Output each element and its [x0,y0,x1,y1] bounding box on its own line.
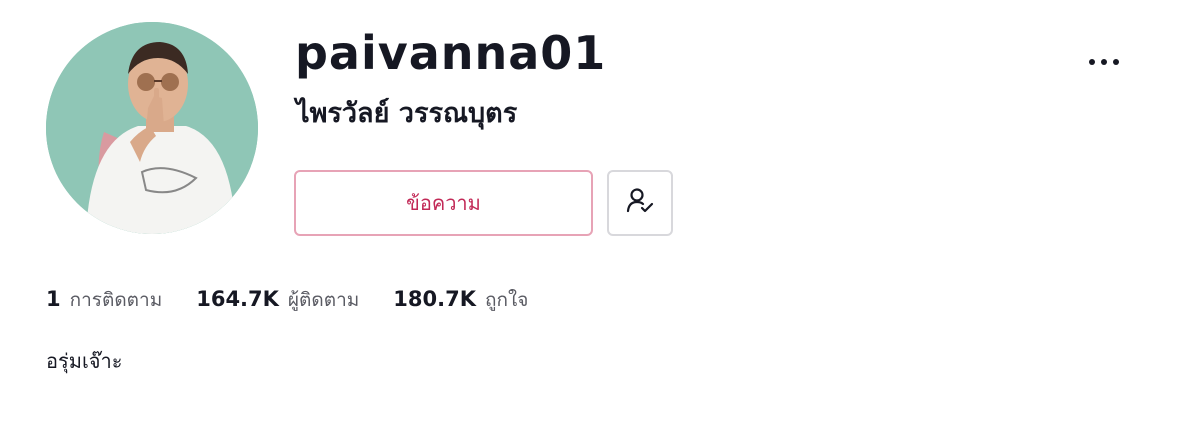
avatar[interactable] [46,22,258,234]
following-label: การติดตาม [69,289,163,311]
stat-followers[interactable]: 164.7K ผู้ติดตาม [196,285,359,315]
user-check-icon [625,186,655,220]
likes-label: ถูกใจ [484,289,529,311]
following-count: 1 [46,287,61,311]
message-button-label: ข้อความ [406,191,481,215]
display-name: ไพรวัลย์ วรรณบุตร [296,98,518,129]
followers-label: ผู้ติดตาม [287,289,360,311]
profile-bio: อรุ่มเจ๊าะ [46,349,123,373]
stat-following[interactable]: 1 การติดตาม [46,285,162,315]
followers-count: 164.7K [196,287,279,311]
ellipsis-icon [1086,59,1122,65]
likes-count: 180.7K [393,287,476,311]
profile-stats: 1 การติดตาม 164.7K ผู้ติดตาม 180.7K ถูกใ… [46,285,562,315]
avatar-image [46,22,258,234]
username: paivanna01 [295,26,607,80]
profile-header: paivanna01 ไพรวัลย์ วรรณบุตร ข้อความ 1 ก… [0,0,1200,425]
more-options-button[interactable] [1078,48,1130,76]
message-button[interactable]: ข้อความ [294,170,593,236]
following-button[interactable] [607,170,673,236]
stat-likes: 180.7K ถูกใจ [393,285,528,315]
